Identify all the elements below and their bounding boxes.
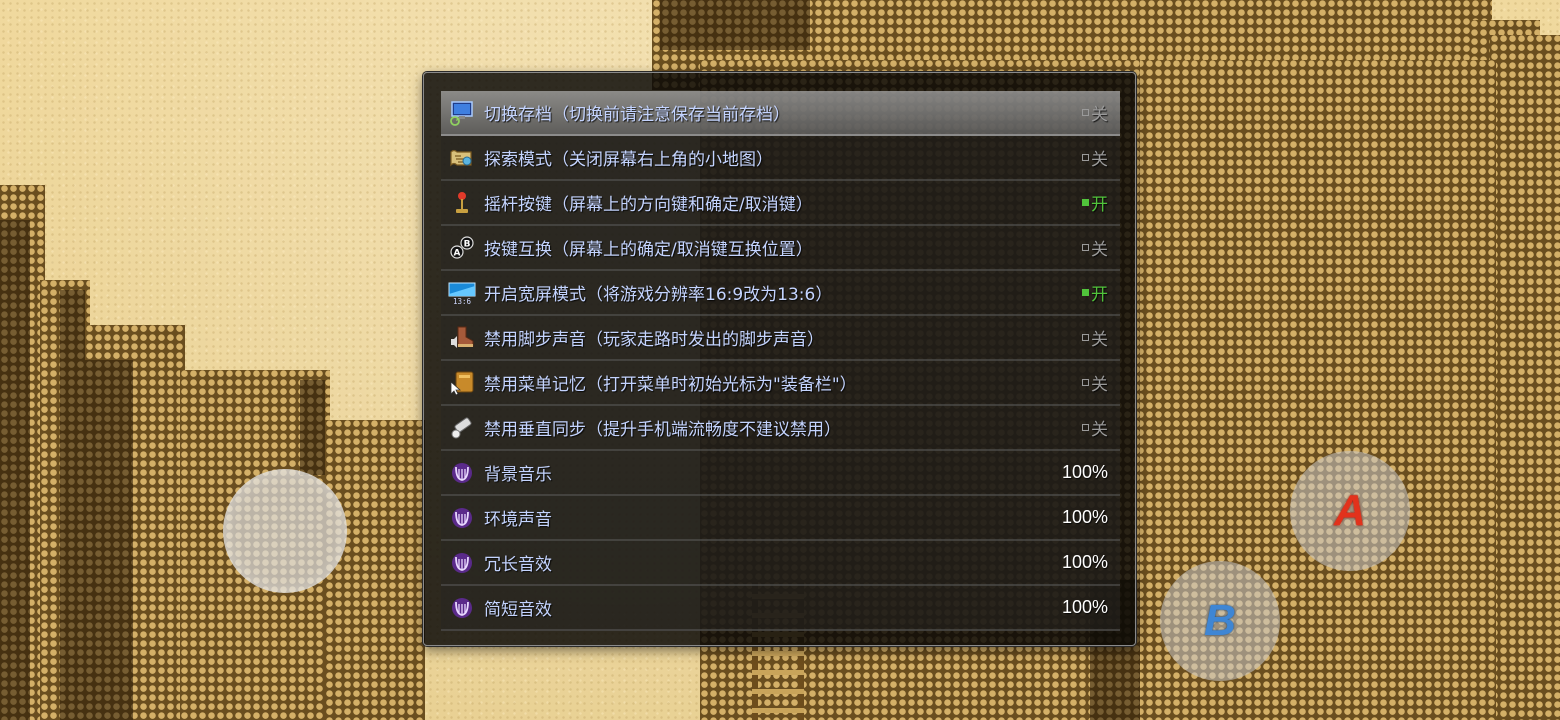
- setting-switch-save[interactable]: 切换存档（切换前请注意保存当前存档） 关: [441, 91, 1120, 136]
- setting-label: 禁用菜单记忆（打开菜单时初始光标为"装备栏"）: [484, 375, 857, 395]
- volume-value[interactable]: 100%: [1062, 496, 1108, 539]
- setting-disable-vsync[interactable]: 禁用垂直同步（提升手机端流畅度不建议禁用） 关: [441, 406, 1120, 451]
- toggle-state-text: 关: [1091, 420, 1108, 440]
- toggle-state-text: 关: [1091, 240, 1108, 260]
- toggle-checkbox: [1082, 154, 1089, 161]
- widescreen-icon-text: 13:6: [453, 297, 472, 306]
- toggle-checkbox: [1082, 379, 1089, 386]
- toggle-state[interactable]: 开: [1082, 181, 1108, 224]
- setting-disable-footsteps[interactable]: 禁用脚步声音（玩家走路时发出的脚步声音） 关: [441, 316, 1120, 361]
- ab-swap-icon: A B: [448, 234, 476, 262]
- toggle-state[interactable]: 关: [1082, 226, 1108, 269]
- toggle-checkbox: [1082, 289, 1089, 296]
- toggle-state-text: 关: [1091, 375, 1108, 395]
- toggle-state[interactable]: 关: [1082, 316, 1108, 359]
- setting-explore-mode[interactable]: 探索模式（关闭屏幕右上角的小地图） 关: [441, 136, 1120, 181]
- map-scroll-icon: [448, 144, 476, 172]
- toggle-state[interactable]: 关: [1082, 361, 1108, 404]
- toggle-state[interactable]: 关: [1082, 91, 1108, 134]
- toggle-state[interactable]: 关: [1082, 136, 1108, 179]
- toggle-state-text: 关: [1091, 105, 1108, 125]
- boot-sound-icon: [448, 324, 476, 352]
- toggle-checkbox: [1082, 109, 1089, 116]
- settings-panel: 切换存档（切换前请注意保存当前存档） 关 探索模式（关闭屏幕右上角的小地图） 关: [423, 72, 1136, 646]
- setting-label: 简短音效: [484, 600, 552, 620]
- toggle-state[interactable]: 关: [1082, 406, 1108, 449]
- setting-widescreen[interactable]: 13:6 开启宽屏模式（将游戏分辨率16:9改为13:6） 开: [441, 271, 1120, 316]
- rock-wall-right-mid: [1490, 35, 1560, 720]
- b-button[interactable]: B: [1160, 561, 1280, 681]
- setting-swap-buttons[interactable]: A B 按键互换（屏幕上的确定/取消键互换位置） 关: [441, 226, 1120, 271]
- setting-disable-menu-memory[interactable]: 禁用菜单记忆（打开菜单时初始光标为"装备栏"） 关: [441, 361, 1120, 406]
- vsync-icon: [448, 414, 476, 442]
- settings-list: 切换存档（切换前请注意保存当前存档） 关 探索模式（关闭屏幕右上角的小地图） 关: [441, 91, 1120, 631]
- toggle-checkbox: [1082, 334, 1089, 341]
- setting-label: 按键互换（屏幕上的确定/取消键互换位置）: [484, 240, 813, 260]
- computer-save-icon: [448, 99, 476, 127]
- setting-label: 切换存档（切换前请注意保存当前存档）: [484, 105, 790, 125]
- b-button-label: B: [1204, 596, 1236, 645]
- setting-label: 禁用脚步声音（玩家走路时发出的脚步声音）: [484, 330, 824, 350]
- setting-joystick-buttons[interactable]: 摇杆按键（屏幕上的方向键和确定/取消键） 开: [441, 181, 1120, 226]
- svg-text:A: A: [454, 248, 461, 258]
- cliff-shadow-4: [300, 380, 325, 475]
- a-button-label: A: [1334, 486, 1366, 535]
- setting-label: 探索模式（关闭屏幕右上角的小地图）: [484, 150, 773, 170]
- lyre-music-icon: [448, 459, 476, 487]
- volume-value[interactable]: 100%: [1062, 451, 1108, 494]
- setting-bgm-volume[interactable]: 背景音乐 100%: [441, 451, 1120, 496]
- joystick-icon: [448, 189, 476, 217]
- a-button[interactable]: A: [1290, 451, 1410, 571]
- setting-label: 冗长音效: [484, 555, 552, 575]
- toggle-state-text: 开: [1091, 285, 1108, 305]
- virtual-joystick[interactable]: [223, 469, 347, 593]
- lyre-music-icon: [448, 504, 476, 532]
- setting-short-se-volume[interactable]: 简短音效 100%: [441, 586, 1120, 631]
- setting-label: 禁用垂直同步（提升手机端流畅度不建议禁用）: [484, 420, 841, 440]
- setting-ambient-volume[interactable]: 环境声音 100%: [441, 496, 1120, 541]
- setting-label: 背景音乐: [484, 465, 552, 485]
- lyre-music-icon: [448, 549, 476, 577]
- svg-text:B: B: [464, 239, 471, 249]
- toggle-state-text: 开: [1091, 195, 1108, 215]
- widescreen-icon: 13:6: [448, 279, 476, 307]
- setting-label: 摇杆按键（屏幕上的方向键和确定/取消键）: [484, 195, 813, 215]
- toggle-checkbox: [1082, 244, 1089, 251]
- book-cursor-icon: [448, 369, 476, 397]
- cliff-shadow-1: [0, 220, 30, 720]
- toggle-checkbox: [1082, 424, 1089, 431]
- toggle-checkbox: [1082, 199, 1089, 206]
- toggle-state-text: 关: [1091, 150, 1108, 170]
- rock-cliff-left-5: [325, 420, 425, 720]
- cliff-shadow-2: [60, 290, 85, 720]
- lyre-music-icon: [448, 594, 476, 622]
- toggle-state[interactable]: 开: [1082, 271, 1108, 314]
- setting-label: 环境声音: [484, 510, 552, 530]
- volume-value[interactable]: 100%: [1062, 541, 1108, 584]
- cliff-shadow-top: [660, 0, 810, 50]
- setting-long-se-volume[interactable]: 冗长音效 100%: [441, 541, 1120, 586]
- setting-label: 开启宽屏模式（将游戏分辨率16:9改为13:6）: [484, 285, 833, 305]
- toggle-state-text: 关: [1091, 330, 1108, 350]
- cliff-shadow-3: [85, 360, 133, 720]
- volume-value[interactable]: 100%: [1062, 586, 1108, 629]
